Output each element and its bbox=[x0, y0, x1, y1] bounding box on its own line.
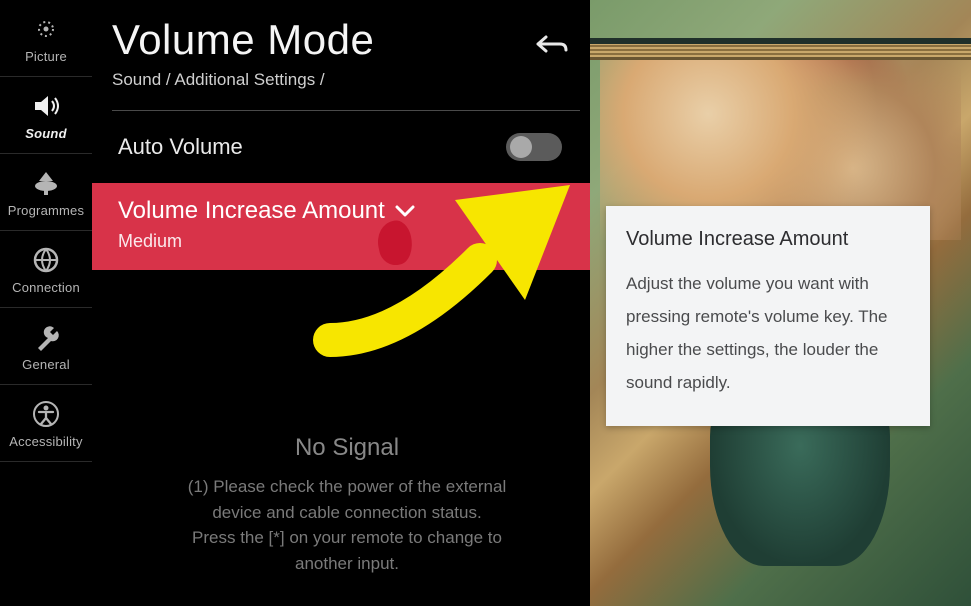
accessibility-icon bbox=[29, 399, 63, 429]
sidebar-item-label: Picture bbox=[25, 49, 67, 64]
wrench-icon bbox=[29, 322, 63, 352]
back-button[interactable] bbox=[534, 32, 568, 63]
page-title: Volume Mode bbox=[112, 16, 580, 64]
sidebar-item-accessibility[interactable]: Accessibility bbox=[0, 385, 92, 462]
auto-volume-toggle[interactable] bbox=[506, 133, 562, 161]
picture-icon bbox=[29, 14, 63, 44]
connection-icon bbox=[29, 245, 63, 275]
no-signal-line: Press the [*] on your remote to change t… bbox=[104, 525, 590, 551]
sound-icon bbox=[29, 91, 63, 121]
help-tooltip: Volume Increase Amount Adjust the volume… bbox=[606, 206, 930, 426]
sidebar-item-label: Programmes bbox=[8, 203, 84, 218]
no-signal-line: device and cable connection status. bbox=[104, 500, 590, 526]
settings-sidebar: Picture Sound Programmes Connection Gene… bbox=[0, 0, 92, 606]
no-signal-line: another input. bbox=[104, 551, 590, 577]
sidebar-item-programmes[interactable]: Programmes bbox=[0, 154, 92, 231]
volume-increase-amount-row[interactable]: Volume Increase Amount Medium bbox=[92, 183, 590, 270]
sidebar-item-general[interactable]: General bbox=[0, 308, 92, 385]
help-body: Adjust the volume you want with pressing… bbox=[626, 267, 910, 400]
volume-increase-title: Volume Increase Amount bbox=[118, 197, 385, 225]
settings-panel: Volume Mode Sound / Additional Settings … bbox=[92, 0, 590, 606]
sidebar-item-connection[interactable]: Connection bbox=[0, 231, 92, 308]
sidebar-item-label: Accessibility bbox=[9, 434, 82, 449]
toggle-knob bbox=[510, 136, 532, 158]
no-signal-line: (1) Please check the power of the extern… bbox=[104, 474, 590, 500]
programmes-icon bbox=[29, 168, 63, 198]
volume-increase-value: Medium bbox=[118, 231, 572, 252]
sidebar-item-sound[interactable]: Sound bbox=[0, 77, 92, 154]
help-title: Volume Increase Amount bbox=[626, 228, 910, 251]
auto-volume-label: Auto Volume bbox=[118, 134, 243, 160]
back-arrow-icon bbox=[534, 32, 568, 58]
pointer-cursor-icon bbox=[374, 218, 416, 268]
no-signal-header: No Signal bbox=[104, 430, 590, 466]
background-faint-text: No Signal (1) Please check the power of … bbox=[104, 430, 590, 576]
chevron-down-icon bbox=[395, 204, 415, 218]
sidebar-item-picture[interactable]: Picture bbox=[0, 0, 92, 77]
sidebar-item-label: General bbox=[22, 357, 70, 372]
breadcrumb: Sound / Additional Settings / bbox=[112, 70, 580, 90]
sidebar-item-label: Sound bbox=[25, 126, 66, 141]
sidebar-item-label: Connection bbox=[12, 280, 80, 295]
panel-header: Volume Mode Sound / Additional Settings … bbox=[112, 10, 580, 100]
auto-volume-row[interactable]: Auto Volume bbox=[112, 111, 580, 183]
